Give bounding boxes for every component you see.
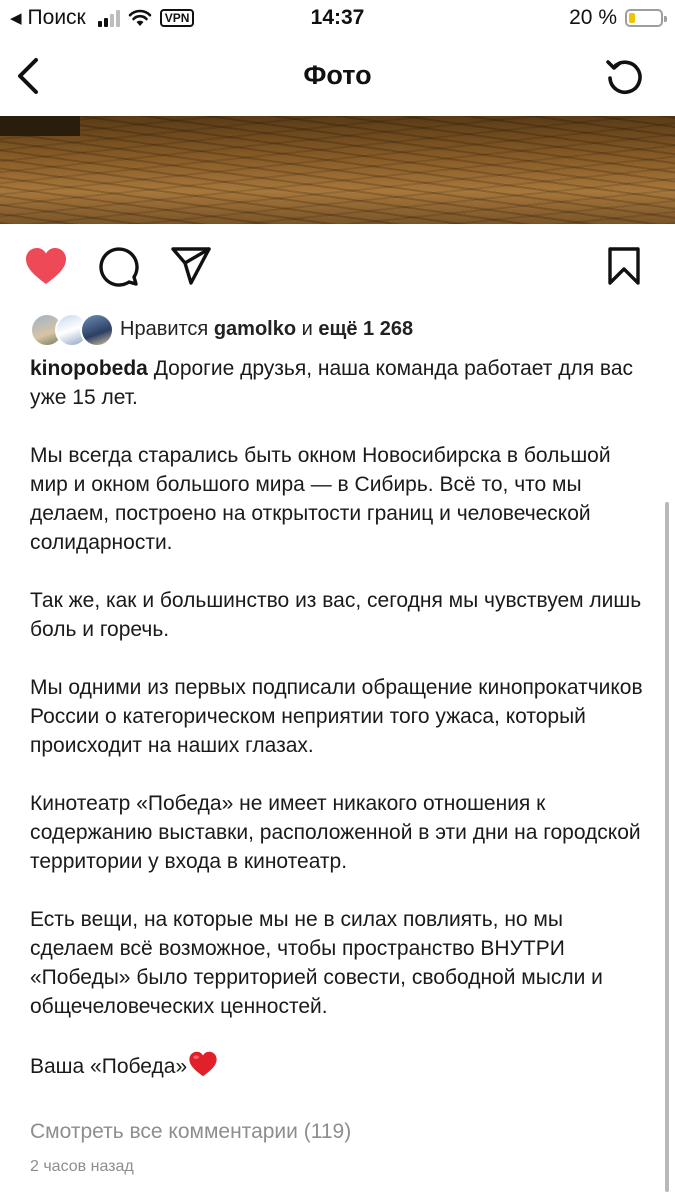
caption-paragraph: Есть вещи, на которые мы не в силах повл… — [30, 908, 603, 1018]
status-bar: ◀ Поиск VPN 14:37 20 % — [0, 0, 675, 38]
avatar — [80, 313, 114, 347]
heart-icon[interactable] — [24, 246, 68, 286]
comment-icon[interactable] — [98, 246, 140, 288]
caption-paragraph: Мы одними из первых подписали обращение … — [30, 676, 643, 757]
share-icon[interactable] — [170, 246, 212, 286]
red-heart-emoji-icon — [189, 1051, 217, 1077]
status-bar-right: 20 % — [569, 6, 667, 30]
battery-level-fill — [629, 13, 635, 23]
photo-shadow — [0, 116, 80, 136]
liker-avatars — [30, 313, 114, 347]
likes-row[interactable]: Нравится gamolko и ещё 1 268 — [30, 312, 413, 347]
caption-signature: Ваша «Победа» — [30, 1055, 188, 1078]
bookmark-icon[interactable] — [607, 246, 641, 286]
post-actions — [0, 238, 675, 298]
caption-username[interactable]: kinopobeda — [30, 357, 148, 380]
nav-header: Фото — [0, 38, 675, 114]
refresh-icon[interactable] — [603, 54, 647, 98]
likes-text: Нравится gamolko и ещё 1 268 — [120, 318, 413, 341]
likes-prefix: Нравится — [120, 317, 209, 340]
post-timestamp: 2 часов назад — [30, 1158, 134, 1175]
caption-paragraph: Мы всегда старались быть окном Новосибир… — [30, 444, 611, 554]
likes-count[interactable]: ещё 1 268 — [318, 318, 413, 340]
likes-and: и — [301, 317, 313, 340]
post-caption: kinopobeda Дорогие друзья, наша команда … — [30, 354, 650, 1081]
page-title: Фото — [303, 60, 372, 90]
post-photo[interactable] — [0, 116, 675, 224]
liker-username[interactable]: gamolko — [214, 318, 296, 340]
caption-paragraph: Кинотеатр «Победа» не имеет никакого отн… — [30, 792, 641, 873]
scrollbar[interactable] — [665, 502, 669, 1192]
caption-paragraph: Так же, как и большинство из вас, сегодн… — [30, 589, 642, 641]
battery-percentage: 20 % — [569, 6, 617, 29]
view-all-comments-link[interactable]: Смотреть все комментарии (119) — [30, 1120, 351, 1144]
battery-icon — [625, 9, 667, 27]
